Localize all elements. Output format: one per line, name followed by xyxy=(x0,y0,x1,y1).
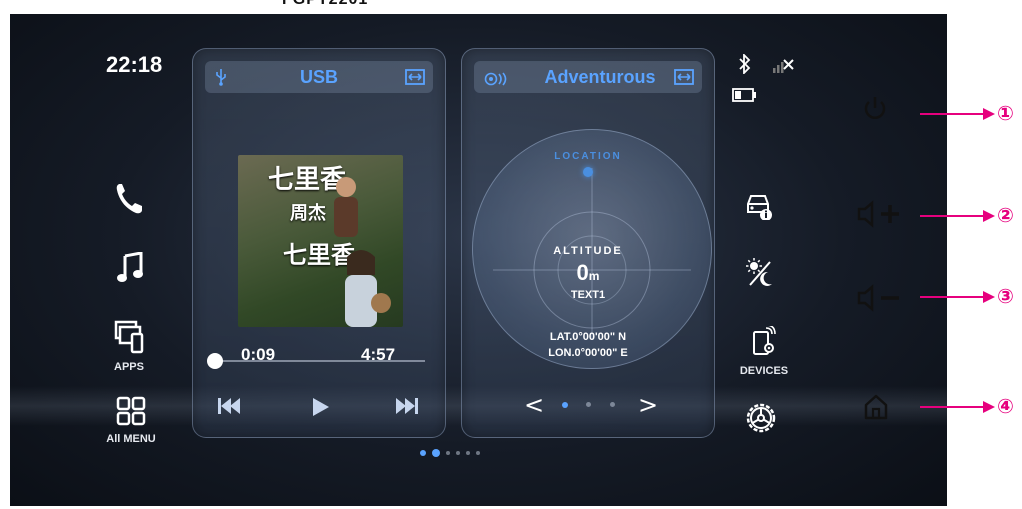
extra-text: TEXT1 xyxy=(570,289,606,301)
day-night-button[interactable] xyxy=(746,258,774,293)
music-note-icon xyxy=(117,251,143,282)
phone-icon xyxy=(116,184,142,214)
drive-mode-card[interactable]: Adventurous LOCATION ALTITUDE 0m TEXT1 L… xyxy=(461,48,715,438)
media-source-label: USB xyxy=(299,66,338,87)
phone-button[interactable] xyxy=(114,182,144,221)
elapsed-time: 0:09 xyxy=(241,345,276,364)
all-menu-grid-icon xyxy=(116,396,146,426)
previous-icon xyxy=(218,398,240,414)
altitude-label: ALTITUDE xyxy=(553,245,623,257)
media-source-header[interactable]: USB xyxy=(205,61,433,93)
drive-mode-icon xyxy=(484,70,510,91)
pager-dot-active xyxy=(562,402,568,408)
usb-icon xyxy=(215,68,227,91)
car-info-icon xyxy=(747,195,772,221)
album-art-figure-boy xyxy=(334,177,358,237)
page-indicator-dot-active xyxy=(432,449,440,457)
altitude-number: 0 xyxy=(576,260,589,285)
pager-dot xyxy=(610,402,615,407)
volume-up-button[interactable] xyxy=(856,200,902,233)
progress-knob[interactable] xyxy=(207,353,223,369)
callout-arrow-line xyxy=(920,406,983,408)
callout-arrow-head xyxy=(983,291,995,303)
page-indicator-dot xyxy=(466,451,470,455)
volume-up-icon xyxy=(857,200,899,228)
settings-button[interactable] xyxy=(745,402,777,439)
page-top-label: FGPT2201 xyxy=(282,0,368,9)
location-label: LOCATION xyxy=(554,151,622,162)
settings-gear-icon xyxy=(746,403,776,433)
callout-arrow-head xyxy=(983,401,995,413)
location-marker xyxy=(583,167,593,177)
all-menu-button[interactable]: All MENU xyxy=(106,396,156,445)
callout-arrow-head xyxy=(983,210,995,222)
callout-arrow-line xyxy=(920,113,983,115)
pager-prev-button[interactable]: < xyxy=(524,391,544,419)
callout-arrow-head xyxy=(983,108,995,120)
volume-down-icon xyxy=(857,284,899,312)
altitude-value: 0m xyxy=(462,260,714,286)
no-signal-icon xyxy=(772,56,794,79)
apps-label: APPS xyxy=(114,361,144,373)
previous-button[interactable] xyxy=(217,397,241,420)
album-art: 七里香 周杰 七里香 xyxy=(238,155,403,327)
callout-2: ② xyxy=(997,203,1014,227)
apps-button[interactable]: APPS xyxy=(109,320,149,373)
pager-dot xyxy=(586,402,591,407)
swap-icon[interactable] xyxy=(405,69,425,90)
callout-4: ④ xyxy=(997,394,1014,418)
total-duration: 4:57 xyxy=(361,345,396,364)
home-button[interactable] xyxy=(864,394,888,425)
devices-button[interactable]: DEVICES xyxy=(734,324,794,377)
progress-track[interactable] xyxy=(215,360,425,362)
callout-arrow-line xyxy=(920,296,983,298)
longitude-readout: LON.0°00'00" E xyxy=(548,347,628,359)
page-indicator-dot xyxy=(446,451,450,455)
day-night-icon xyxy=(746,258,772,286)
callout-1: ① xyxy=(997,101,1014,125)
next-button[interactable] xyxy=(395,397,419,420)
bluetooth-icon xyxy=(738,52,752,79)
play-icon xyxy=(313,398,329,416)
power-button[interactable] xyxy=(863,95,887,128)
car-info-button[interactable] xyxy=(744,190,774,225)
devices-label: DEVICES xyxy=(739,365,789,377)
drive-mode-header[interactable]: Adventurous xyxy=(474,61,702,93)
callout-arrow-line xyxy=(920,215,983,217)
next-icon xyxy=(396,398,418,414)
play-button[interactable] xyxy=(311,397,331,422)
all-menu-label: All MENU xyxy=(106,433,156,445)
callout-3: ③ xyxy=(997,284,1014,308)
music-button[interactable] xyxy=(116,251,144,289)
home-icon xyxy=(864,394,888,420)
album-art-artist: 周杰 xyxy=(290,203,326,224)
battery-icon xyxy=(732,88,758,107)
status-clock: 22:18 xyxy=(106,52,163,77)
infotainment-screen: 22:18 APPS All MENU USB 七里香 周杰 七里香 0:09 … xyxy=(10,14,947,506)
page-indicator-dot xyxy=(456,451,460,455)
swap-icon[interactable] xyxy=(674,69,694,90)
page-indicator-dot-active xyxy=(420,450,426,456)
apps-icon xyxy=(114,320,144,354)
devices-icon xyxy=(753,324,776,355)
power-icon xyxy=(864,97,886,119)
drive-mode-label: Adventurous xyxy=(544,66,656,87)
media-card[interactable]: USB 七里香 周杰 七里香 0:09 4:57 xyxy=(192,48,446,438)
latitude-readout: LAT.0°00'00" N xyxy=(549,331,627,343)
pager-next-button[interactable]: > xyxy=(638,391,658,419)
altitude-unit: m xyxy=(588,269,600,283)
album-art-figure-girl xyxy=(345,250,391,327)
volume-down-button[interactable] xyxy=(856,284,902,317)
page-indicator-dot xyxy=(476,451,480,455)
